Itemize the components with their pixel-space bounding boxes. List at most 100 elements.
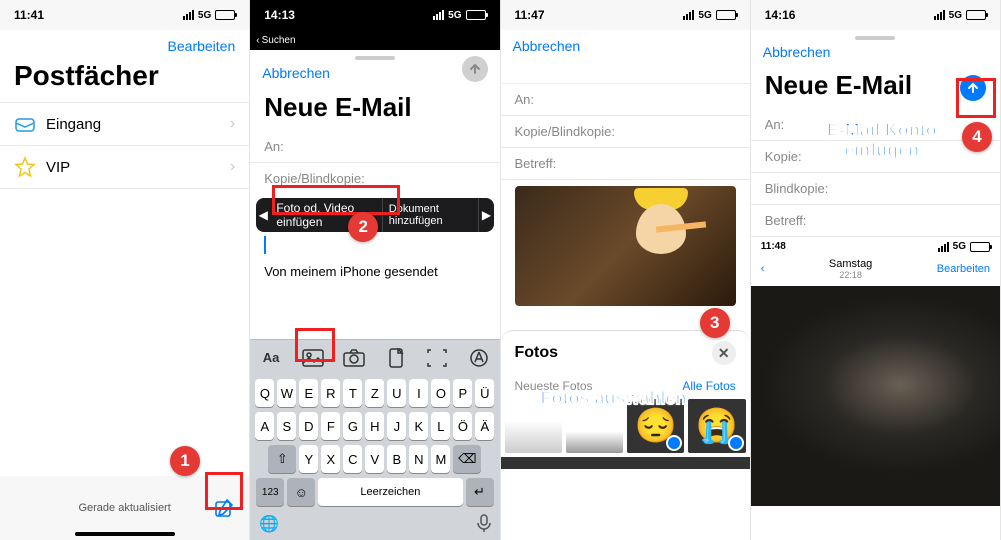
numbers-key[interactable]: 123: [256, 478, 284, 506]
sheet-handle-icon[interactable]: [855, 36, 895, 40]
return-key[interactable]: ↵: [466, 478, 494, 506]
signature-text: Von meinem iPhone gesendet: [250, 256, 499, 287]
annotation-box-popover: [272, 185, 400, 215]
status-bar: 11:41 5G: [0, 0, 249, 30]
signal-icon: [183, 10, 194, 20]
selected-check-icon: [728, 435, 744, 451]
key-S[interactable]: S: [277, 412, 296, 440]
sheet-header: Abbrechen: [501, 30, 750, 60]
cancel-button[interactable]: Abbrechen: [262, 57, 330, 81]
shift-key[interactable]: ⇧: [268, 445, 296, 473]
key-N[interactable]: N: [409, 445, 428, 473]
signal-icon: [683, 10, 694, 20]
home-indicator: [75, 532, 175, 536]
key-D[interactable]: D: [299, 412, 318, 440]
key-R[interactable]: R: [321, 379, 340, 407]
compose-title: Neue E-Mail: [250, 88, 499, 131]
key-Ö[interactable]: Ö: [453, 412, 472, 440]
back-to-search[interactable]: ‹ Suchen: [250, 30, 499, 50]
key-Z[interactable]: Z: [365, 379, 384, 407]
key-B[interactable]: B: [387, 445, 406, 473]
emoji-key[interactable]: ☺: [287, 478, 315, 506]
subject-field[interactable]: Betreff:: [501, 148, 750, 180]
ss-edit-button: Bearbeiten: [937, 263, 990, 275]
sheet-header: Abbrechen: [250, 50, 499, 88]
to-field[interactable]: An:: [250, 131, 499, 163]
status-bar: 11:47 5G: [501, 0, 750, 30]
photo-thumbnails-row2: [501, 457, 750, 469]
key-I[interactable]: I: [409, 379, 428, 407]
key-E[interactable]: E: [299, 379, 318, 407]
kb-row-2: ASDFGHJKLÖÄ: [253, 412, 496, 440]
mic-key[interactable]: [477, 514, 491, 534]
key-T[interactable]: T: [343, 379, 362, 407]
compose-title: Neue E-Mail: [765, 66, 960, 109]
popover-prev-icon[interactable]: ◀: [256, 208, 270, 222]
keyboard-toolbar: Aa: [250, 339, 499, 375]
battery-icon: [716, 10, 736, 20]
cancel-button[interactable]: Abbrechen: [763, 36, 831, 60]
key-O[interactable]: O: [431, 379, 450, 407]
key-K[interactable]: K: [409, 412, 428, 440]
globe-key[interactable]: 🌐: [259, 514, 279, 534]
key-X[interactable]: X: [321, 445, 340, 473]
attached-screenshot[interactable]: 11:48 5G ‹ Samstag22:18 Bearbeiten: [751, 237, 1000, 506]
vip-label: VIP: [46, 159, 70, 176]
key-W[interactable]: W: [277, 379, 296, 407]
status-icons: 5G: [683, 10, 735, 21]
key-Q[interactable]: Q: [255, 379, 274, 407]
bcc-field[interactable]: Blindkopie:: [751, 173, 1000, 205]
signal-icon: [433, 10, 444, 20]
key-H[interactable]: H: [365, 412, 384, 440]
subject-field[interactable]: Betreff:: [751, 205, 1000, 237]
status-icons: 5G: [183, 10, 235, 21]
battery-icon: [215, 10, 235, 20]
updated-label: Gerade aktualisiert: [78, 502, 170, 514]
key-Ä[interactable]: Ä: [475, 412, 494, 440]
edit-button[interactable]: Bearbeiten: [0, 30, 249, 54]
inbox-row[interactable]: Eingang ›: [0, 102, 249, 146]
send-button[interactable]: [462, 56, 488, 82]
inserted-photo[interactable]: [515, 186, 736, 306]
text-format-button[interactable]: Aa: [257, 344, 285, 372]
chevron-left-icon: ‹: [256, 35, 259, 46]
star-icon: [14, 156, 36, 178]
clock: 14:16: [765, 8, 796, 22]
key-F[interactable]: F: [321, 412, 340, 440]
key-L[interactable]: L: [431, 412, 450, 440]
backspace-key[interactable]: ⌫: [453, 445, 481, 473]
key-A[interactable]: A: [255, 412, 274, 440]
key-U[interactable]: U: [387, 379, 406, 407]
attachment-button[interactable]: [382, 344, 410, 372]
camera-button[interactable]: [340, 344, 368, 372]
photos-title: Fotos: [515, 344, 559, 362]
annotation-box-photo-icon: [295, 328, 335, 362]
panel-photo-picker: 11:47 5G Abbrechen An: Kopie/Blindkopie:…: [501, 0, 751, 540]
sheet-handle-icon[interactable]: [355, 56, 395, 60]
close-button[interactable]: ✕: [712, 341, 736, 365]
key-M[interactable]: M: [431, 445, 450, 473]
cancel-button[interactable]: Abbrechen: [513, 36, 581, 54]
key-P[interactable]: P: [453, 379, 472, 407]
popover-next-icon[interactable]: ▶: [479, 208, 493, 222]
annotation-badge-1: 1: [170, 446, 200, 476]
scan-button[interactable]: [423, 344, 451, 372]
annotation-box-send: [956, 78, 996, 118]
chevron-right-icon: ›: [230, 115, 235, 133]
ss-clock: 11:48: [761, 241, 786, 252]
keyboard[interactable]: QWERTZUIOPÜ ASDFGHJKLÖÄ ⇧ YXCVBNM ⌫ 123 …: [250, 375, 499, 540]
markup-button[interactable]: [465, 344, 493, 372]
status-icons: 5G: [433, 10, 485, 21]
clock: 14:13: [264, 8, 295, 22]
key-J[interactable]: J: [387, 412, 406, 440]
key-G[interactable]: G: [343, 412, 362, 440]
sheet-header: Abbrechen: [751, 30, 1000, 66]
to-field[interactable]: An:: [501, 84, 750, 116]
ccbcc-field[interactable]: Kopie/Blindkopie:: [501, 116, 750, 148]
space-key[interactable]: Leerzeichen: [318, 478, 462, 506]
key-Ü[interactable]: Ü: [475, 379, 494, 407]
key-V[interactable]: V: [365, 445, 384, 473]
key-Y[interactable]: Y: [299, 445, 318, 473]
key-C[interactable]: C: [343, 445, 362, 473]
vip-row[interactable]: VIP ›: [0, 146, 249, 189]
